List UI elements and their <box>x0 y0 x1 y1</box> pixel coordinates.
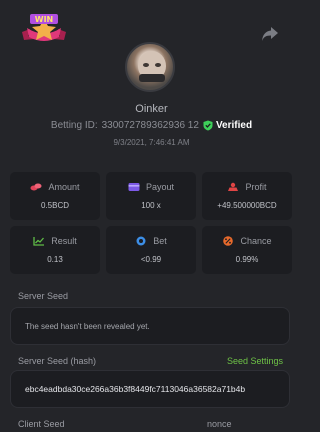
server-seed-hash-label: Server Seed (hash) <box>18 356 97 366</box>
shield-check-icon <box>203 120 213 131</box>
card-icon <box>128 183 140 191</box>
nonce-label: nonce <box>207 419 232 429</box>
chart-icon <box>33 237 45 246</box>
username: Oinker <box>135 103 168 115</box>
stat-value-profit: +49.500000BCD <box>217 201 277 210</box>
avatar <box>125 42 175 92</box>
win-badge-text: WIN <box>35 15 54 24</box>
stat-value-bet: <0.99 <box>140 255 162 264</box>
seed-settings-link[interactable]: Seed Settings <box>227 356 283 366</box>
stat-label-payout: Payout <box>145 182 175 192</box>
stat-card-amount: Amount 0.5BCD <box>10 172 100 220</box>
stat-label-amount: Amount <box>48 182 80 192</box>
stat-value-payout: 100 x <box>141 201 161 210</box>
stat-value-amount: 0.5BCD <box>40 201 69 210</box>
stat-value-chance: 0.99% <box>235 255 259 264</box>
stat-card-profit: Profit +49.500000BCD <box>202 172 292 220</box>
stat-value-result: 0.13 <box>47 255 63 264</box>
betting-id-line: Betting ID: 330072789362936 12 Verified <box>0 120 303 131</box>
client-seed-label: Client Seed <box>18 419 65 429</box>
bet-timestamp: 9/3/2021, 7:46:41 AM <box>113 138 190 147</box>
stat-label-bet: Bet <box>153 236 167 246</box>
verified-label: Verified <box>215 120 253 131</box>
stat-label-result: Result <box>51 236 77 246</box>
money-bag-icon <box>228 182 239 191</box>
percent-icon <box>223 236 234 246</box>
stat-label-profit: Profit <box>245 182 267 192</box>
coins-icon <box>30 183 42 191</box>
win-ribbon-icon: WIN <box>20 12 68 46</box>
stat-label-chance: Chance <box>240 236 272 246</box>
stat-card-result: Result 0.13 <box>10 226 100 274</box>
stat-card-payout: Payout 100 x <box>106 172 196 220</box>
verified-badge: Verified <box>203 120 252 131</box>
betting-id-label: Betting ID: <box>50 120 98 131</box>
server-seed-label: Server Seed <box>18 291 69 301</box>
bet-stats-grid: Amount 0.5BCD Payout 100 x Profit +49.50… <box>10 172 292 274</box>
chip-icon <box>136 236 146 246</box>
betting-id-value[interactable]: 330072789362936 12 <box>102 120 199 131</box>
stat-card-chance: Chance 0.99% <box>202 226 292 274</box>
server-seed-hash-field[interactable]: ebc4eadbda30ce266a36b3f8449fc7113046a365… <box>10 370 290 408</box>
server-seed-field[interactable]: The seed hasn't been revealed yet. <box>10 307 290 345</box>
share-arrow-icon[interactable] <box>261 26 279 42</box>
stat-card-bet: Bet <0.99 <box>106 226 196 274</box>
